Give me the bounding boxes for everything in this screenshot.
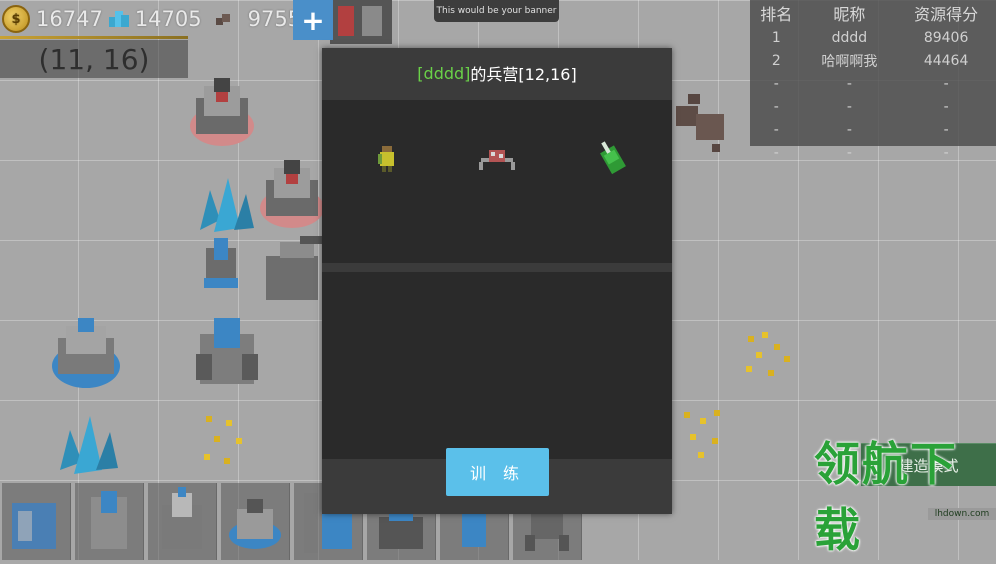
- nickname-cell: 哈啊啊我: [821, 53, 878, 70]
- turret-base-icon: [229, 499, 281, 549]
- blue-turret-building[interactable]: [50, 316, 122, 390]
- crystal-resource[interactable]: [52, 404, 122, 480]
- tank-unit-option[interactable]: [592, 138, 632, 178]
- ranking-row: 2 哈啊啊我 44464: [750, 49, 996, 72]
- nickname-cell: -: [846, 144, 852, 161]
- nickname-cell: -: [846, 121, 852, 138]
- ranking-row: - - -: [750, 95, 996, 118]
- train-button[interactable]: 训 练: [446, 448, 549, 496]
- rank-cell: 1: [771, 29, 781, 46]
- ad-banner: This would be your banner: [434, 0, 559, 22]
- gold-amount: 16747: [36, 7, 103, 31]
- unit-selection-panel: [322, 100, 672, 263]
- crystal-icon: [108, 11, 129, 27]
- rank-cell: 2: [771, 52, 781, 69]
- barracks-owner: [dddd]: [417, 63, 471, 83]
- ranking-table: 排名 昵称 资源得分 1 dddd 89406 2 哈啊啊我 44464 - -…: [750, 0, 996, 164]
- cannon-tower-icon: [91, 491, 127, 549]
- ranking-row: - - -: [750, 141, 996, 164]
- enemy-base-building[interactable]: [326, 0, 396, 48]
- ranking-header-row: 排名 昵称 资源得分: [750, 0, 996, 26]
- nickname-cell: -: [846, 98, 852, 115]
- add-button[interactable]: +: [293, 0, 333, 40]
- barracks-name: 的兵营[12,16]: [470, 65, 577, 84]
- cannon-building[interactable]: [260, 236, 324, 304]
- nickname-cell: dddd: [831, 29, 868, 46]
- ranking-row: - - -: [750, 72, 996, 95]
- blue-mech-building[interactable]: [192, 314, 262, 392]
- soldier-unit-option[interactable]: [368, 138, 408, 178]
- score-cell: -: [943, 144, 949, 161]
- score-cell: -: [943, 75, 949, 92]
- ore-icon: [215, 12, 232, 26]
- blue-tower-building[interactable]: [196, 238, 246, 294]
- rank-header: 排名: [760, 5, 793, 24]
- score-header: 资源得分: [914, 5, 979, 24]
- gold-coin-icon: $: [2, 5, 30, 33]
- gold-progress-bar: [0, 36, 188, 39]
- gold-ore-pile[interactable]: [676, 404, 736, 468]
- crystal-resource[interactable]: [190, 170, 260, 240]
- dialog-title: [dddd] 的兵营[12,16]: [322, 48, 672, 98]
- nickname-header: 昵称: [833, 5, 866, 24]
- ranking-row: - - -: [750, 118, 996, 141]
- score-cell: 89406: [923, 29, 969, 46]
- build-slot[interactable]: [75, 483, 144, 560]
- score-cell: 44464: [923, 52, 969, 69]
- crystal-amount: 14705: [134, 7, 202, 31]
- watermark-url: lhdown.com: [928, 508, 996, 520]
- rank-cell: -: [773, 121, 779, 138]
- soldier-unit-icon: [378, 146, 394, 172]
- rank-cell: -: [773, 75, 779, 92]
- ranking-panel: 排名 昵称 资源得分 1 dddd 89406 2 哈啊啊我 44464 - -…: [750, 0, 996, 161]
- build-slot[interactable]: [2, 483, 71, 560]
- spider-mech-unit-icon: [479, 150, 515, 170]
- barracks-dialog: [dddd] 的兵营[12,16] 训 练: [322, 48, 672, 514]
- ore-rocks[interactable]: [668, 88, 736, 160]
- red-turret-building[interactable]: [258, 156, 326, 232]
- resource-bar: $ 16747 14705 9755: [0, 0, 302, 38]
- gold-ore-pile[interactable]: [738, 326, 802, 390]
- tank-unit-icon: [600, 141, 626, 175]
- build-slot[interactable]: [148, 483, 217, 560]
- spider-mech-unit-option[interactable]: [477, 138, 517, 178]
- rank-cell: -: [773, 98, 779, 115]
- score-cell: -: [943, 121, 949, 138]
- score-cell: -: [943, 98, 949, 115]
- gold-ore-pile[interactable]: [196, 408, 256, 474]
- coordinate-display: (11, 16): [0, 40, 188, 78]
- drill-tower-icon: [162, 487, 202, 549]
- red-turret-building[interactable]: [188, 74, 256, 150]
- training-queue-panel: [322, 272, 672, 459]
- wall-block-icon: [12, 503, 56, 549]
- ranking-row: 1 dddd 89406: [750, 26, 996, 49]
- build-slot[interactable]: [221, 483, 290, 560]
- nickname-cell: -: [846, 75, 852, 92]
- rank-cell: -: [773, 144, 779, 161]
